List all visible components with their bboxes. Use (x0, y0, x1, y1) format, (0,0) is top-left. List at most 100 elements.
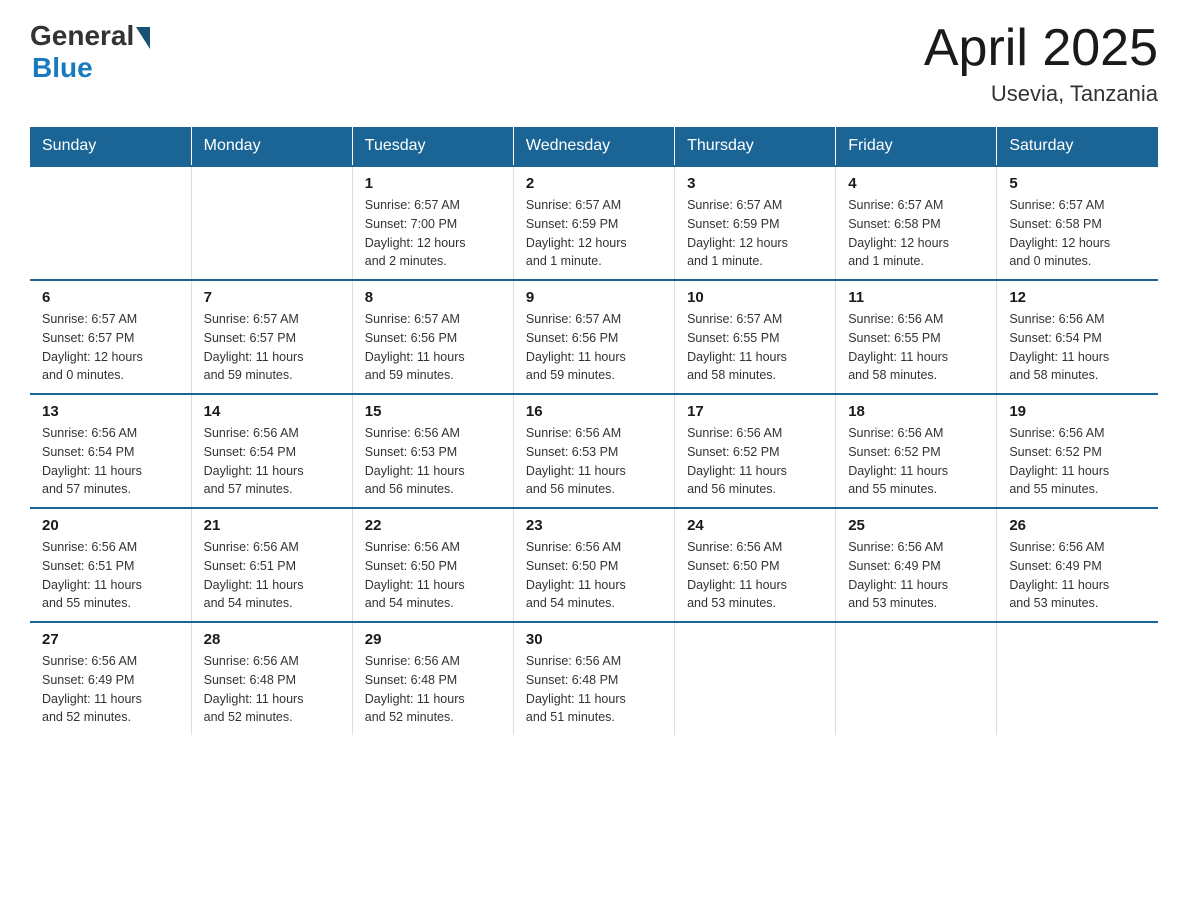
day-info: Sunrise: 6:57 AMSunset: 6:59 PMDaylight:… (526, 196, 662, 271)
logo-general-text: General (30, 20, 134, 52)
calendar-cell (191, 166, 352, 280)
month-title: April 2025 (924, 20, 1158, 77)
calendar-cell: 6 Sunrise: 6:57 AMSunset: 6:57 PMDaylight… (30, 280, 191, 394)
calendar-cell: 15 Sunrise: 6:56 AMSunset: 6:53 PMDayligh… (352, 394, 513, 508)
day-info: Sunrise: 6:57 AMSunset: 6:59 PMDaylight:… (687, 196, 823, 271)
day-info: Sunrise: 6:56 AMSunset: 6:51 PMDaylight:… (42, 538, 179, 613)
day-number: 23 (526, 517, 662, 534)
day-info: Sunrise: 6:57 AMSunset: 6:57 PMDaylight:… (42, 310, 179, 385)
calendar-cell: 30 Sunrise: 6:56 AMSunset: 6:48 PMDayligh… (513, 622, 674, 735)
day-number: 27 (42, 631, 179, 648)
day-info: Sunrise: 6:57 AMSunset: 6:56 PMDaylight:… (526, 310, 662, 385)
calendar-cell: 13Sunrise: 6:56 AMSunset: 6:54 PMDayligh… (30, 394, 191, 508)
calendar-cell: 19 Sunrise: 6:56 AMSunset: 6:52 PMDayligh… (997, 394, 1158, 508)
calendar-header-saturday: Saturday (997, 127, 1158, 166)
day-info: Sunrise: 6:56 AMSunset: 6:54 PMDaylight:… (204, 424, 340, 499)
calendar-cell (836, 622, 997, 735)
day-info: Sunrise: 6:57 AMSunset: 6:58 PMDaylight:… (1009, 196, 1146, 271)
calendar-header-friday: Friday (836, 127, 997, 166)
logo: General Blue (30, 20, 150, 84)
day-number: 7 (204, 289, 340, 306)
day-number: 6 (42, 289, 179, 306)
calendar-cell: 28 Sunrise: 6:56 AMSunset: 6:48 PMDayligh… (191, 622, 352, 735)
calendar-cell: 3Sunrise: 6:57 AMSunset: 6:59 PMDaylight… (675, 166, 836, 280)
calendar-week-2: 6 Sunrise: 6:57 AMSunset: 6:57 PMDaylight… (30, 280, 1158, 394)
day-number: 16 (526, 403, 662, 420)
day-info: Sunrise: 6:56 AMSunset: 6:48 PMDaylight:… (365, 652, 501, 727)
day-number: 26 (1009, 517, 1146, 534)
day-info: Sunrise: 6:56 AMSunset: 6:52 PMDaylight:… (1009, 424, 1146, 499)
day-number: 15 (365, 403, 501, 420)
day-info: Sunrise: 6:56 AMSunset: 6:53 PMDaylight:… (526, 424, 662, 499)
logo-blue-text: Blue (32, 52, 93, 84)
day-info: Sunrise: 6:56 AMSunset: 6:50 PMDaylight:… (687, 538, 823, 613)
calendar-header-monday: Monday (191, 127, 352, 166)
day-number: 25 (848, 517, 984, 534)
calendar-cell: 26 Sunrise: 6:56 AMSunset: 6:49 PMDayligh… (997, 508, 1158, 622)
calendar-cell: 10 Sunrise: 6:57 AMSunset: 6:55 PMDayligh… (675, 280, 836, 394)
day-number: 19 (1009, 403, 1146, 420)
day-info: Sunrise: 6:56 AMSunset: 6:48 PMDaylight:… (204, 652, 340, 727)
calendar-cell: 8 Sunrise: 6:57 AMSunset: 6:56 PMDaylight… (352, 280, 513, 394)
day-number: 30 (526, 631, 662, 648)
day-info: Sunrise: 6:56 AMSunset: 6:51 PMDaylight:… (204, 538, 340, 613)
day-number: 22 (365, 517, 501, 534)
calendar-cell (30, 166, 191, 280)
day-number: 20 (42, 517, 179, 534)
calendar-cell: 14Sunrise: 6:56 AMSunset: 6:54 PMDayligh… (191, 394, 352, 508)
calendar-table: SundayMondayTuesdayWednesdayThursdayFrid… (30, 127, 1158, 735)
day-info: Sunrise: 6:57 AMSunset: 6:57 PMDaylight:… (204, 310, 340, 385)
day-info: Sunrise: 6:56 AMSunset: 6:55 PMDaylight:… (848, 310, 984, 385)
day-info: Sunrise: 6:56 AMSunset: 6:48 PMDaylight:… (526, 652, 662, 727)
calendar-cell: 11 Sunrise: 6:56 AMSunset: 6:55 PMDayligh… (836, 280, 997, 394)
calendar-header-sunday: Sunday (30, 127, 191, 166)
calendar-cell: 4 Sunrise: 6:57 AMSunset: 6:58 PMDaylight… (836, 166, 997, 280)
calendar-cell: 5Sunrise: 6:57 AMSunset: 6:58 PMDaylight… (997, 166, 1158, 280)
day-number: 12 (1009, 289, 1146, 306)
calendar-cell: 1Sunrise: 6:57 AMSunset: 7:00 PMDaylight… (352, 166, 513, 280)
location-title: Usevia, Tanzania (924, 81, 1158, 107)
calendar-cell (675, 622, 836, 735)
calendar-cell: 7 Sunrise: 6:57 AMSunset: 6:57 PMDaylight… (191, 280, 352, 394)
day-info: Sunrise: 6:57 AMSunset: 6:56 PMDaylight:… (365, 310, 501, 385)
calendar-cell: 9 Sunrise: 6:57 AMSunset: 6:56 PMDaylight… (513, 280, 674, 394)
calendar-cell (997, 622, 1158, 735)
day-number: 11 (848, 289, 984, 306)
day-info: Sunrise: 6:56 AMSunset: 6:53 PMDaylight:… (365, 424, 501, 499)
day-number: 24 (687, 517, 823, 534)
calendar-week-1: 1Sunrise: 6:57 AMSunset: 7:00 PMDaylight… (30, 166, 1158, 280)
day-info: Sunrise: 6:56 AMSunset: 6:49 PMDaylight:… (42, 652, 179, 727)
day-number: 8 (365, 289, 501, 306)
calendar-cell: 2 Sunrise: 6:57 AMSunset: 6:59 PMDaylight… (513, 166, 674, 280)
day-info: Sunrise: 6:57 AMSunset: 6:58 PMDaylight:… (848, 196, 984, 271)
day-number: 4 (848, 175, 984, 192)
calendar-header-wednesday: Wednesday (513, 127, 674, 166)
page-header: General Blue April 2025 Usevia, Tanzania (30, 20, 1158, 107)
calendar-cell: 16 Sunrise: 6:56 AMSunset: 6:53 PMDayligh… (513, 394, 674, 508)
day-number: 17 (687, 403, 823, 420)
day-info: Sunrise: 6:56 AMSunset: 6:49 PMDaylight:… (1009, 538, 1146, 613)
day-info: Sunrise: 6:57 AMSunset: 6:55 PMDaylight:… (687, 310, 823, 385)
day-info: Sunrise: 6:56 AMSunset: 6:50 PMDaylight:… (365, 538, 501, 613)
calendar-cell: 25Sunrise: 6:56 AMSunset: 6:49 PMDayligh… (836, 508, 997, 622)
calendar-header-thursday: Thursday (675, 127, 836, 166)
day-number: 28 (204, 631, 340, 648)
day-number: 18 (848, 403, 984, 420)
calendar-cell: 20 Sunrise: 6:56 AMSunset: 6:51 PMDayligh… (30, 508, 191, 622)
day-info: Sunrise: 6:56 AMSunset: 6:52 PMDaylight:… (687, 424, 823, 499)
calendar-cell: 27 Sunrise: 6:56 AMSunset: 6:49 PMDayligh… (30, 622, 191, 735)
calendar-header-row: SundayMondayTuesdayWednesdayThursdayFrid… (30, 127, 1158, 166)
calendar-cell: 29Sunrise: 6:56 AMSunset: 6:48 PMDayligh… (352, 622, 513, 735)
day-number: 1 (365, 175, 501, 192)
day-number: 13 (42, 403, 179, 420)
calendar-week-5: 27 Sunrise: 6:56 AMSunset: 6:49 PMDayligh… (30, 622, 1158, 735)
calendar-week-4: 20 Sunrise: 6:56 AMSunset: 6:51 PMDayligh… (30, 508, 1158, 622)
day-info: Sunrise: 6:56 AMSunset: 6:50 PMDaylight:… (526, 538, 662, 613)
day-number: 9 (526, 289, 662, 306)
day-number: 10 (687, 289, 823, 306)
day-info: Sunrise: 6:56 AMSunset: 6:52 PMDaylight:… (848, 424, 984, 499)
day-number: 2 (526, 175, 662, 192)
calendar-cell: 21Sunrise: 6:56 AMSunset: 6:51 PMDayligh… (191, 508, 352, 622)
logo-arrow-icon (136, 27, 150, 49)
day-info: Sunrise: 6:56 AMSunset: 6:54 PMDaylight:… (1009, 310, 1146, 385)
